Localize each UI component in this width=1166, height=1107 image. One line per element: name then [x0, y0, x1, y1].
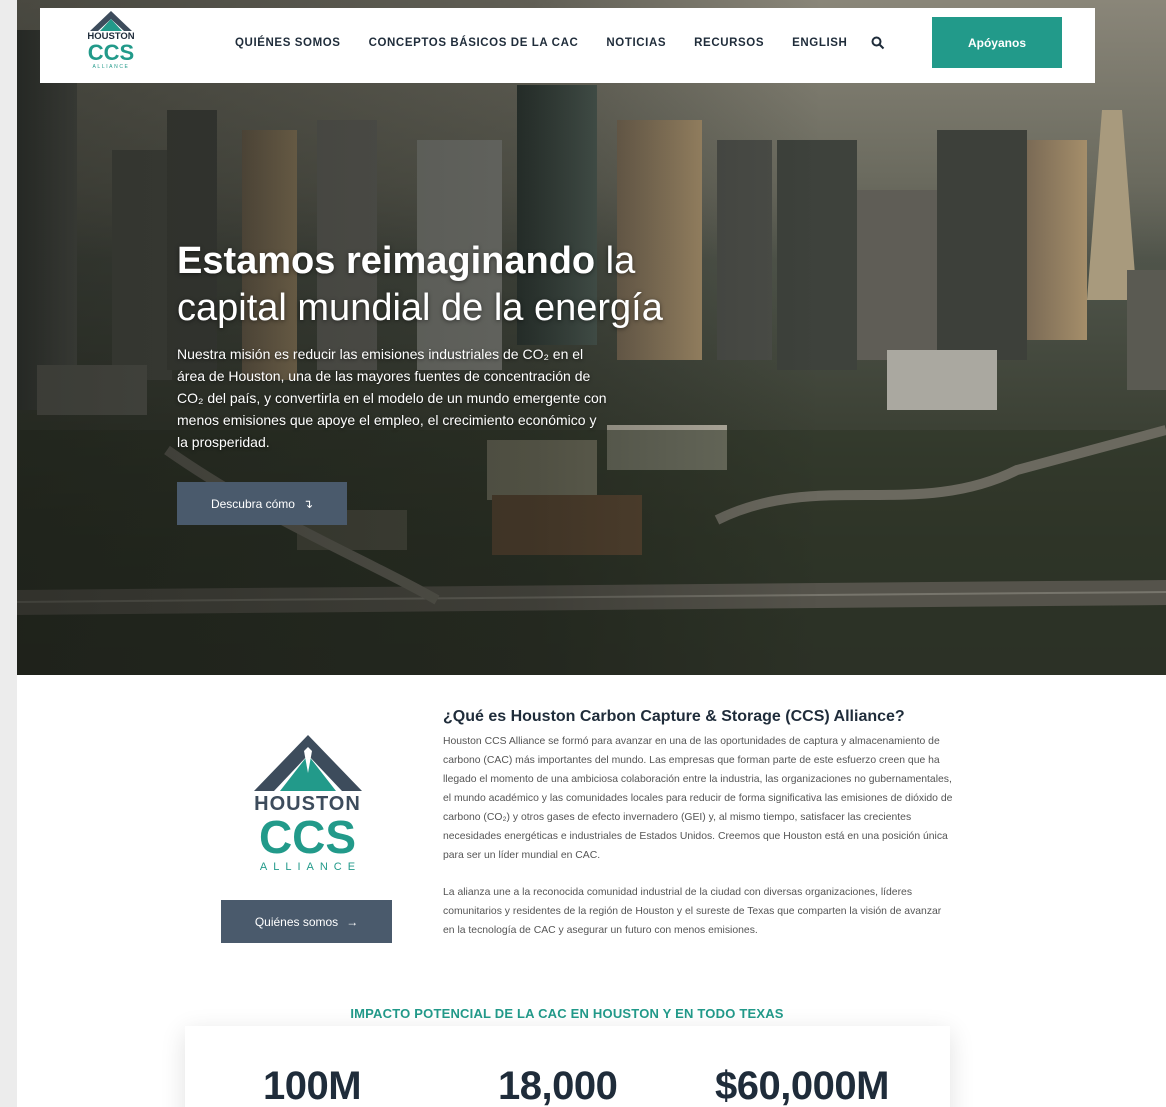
- nav-item-conceptos[interactable]: CONCEPTOS BÁSICOS DE LA CAC: [369, 37, 579, 49]
- stat-value: 18,000: [498, 1064, 618, 1107]
- hero-mission-text: Nuestra misión es reducir las emisiones …: [177, 346, 607, 450]
- discover-how-label: Descubra cómo: [210, 496, 295, 511]
- stat-value: $60,000M: [715, 1064, 889, 1107]
- nav-item-english[interactable]: ENGLISH: [792, 37, 847, 49]
- hero-headline: Estamos reimaginando la capital mundial …: [177, 240, 663, 329]
- stat-value: 100M: [263, 1064, 362, 1107]
- nav-item-quienes-somos[interactable]: QUIÉNES SOMOS: [235, 37, 341, 49]
- hero-section: Estamos reimaginando la capital mundial …: [17, 0, 1166, 675]
- site-logo[interactable]: HOUSTON CCS ALLIANCE: [78, 10, 144, 80]
- arrow-right-icon: →: [346, 914, 359, 929]
- who-we-are-button[interactable]: Quiénes somos →: [221, 900, 392, 943]
- about-logo-alliance-text: ALLIANCE: [259, 861, 362, 873]
- page: Estamos reimaginando la capital mundial …: [17, 0, 1166, 1107]
- logo-alliance-text: ALLIANCE: [92, 64, 130, 70]
- about-paragraph-2: La alianza une a la reconocida comunidad…: [443, 887, 942, 936]
- top-navbar: HOUSTON CCS ALLIANCE QUIÉNES SOMOS CONCE…: [40, 8, 1095, 83]
- about-title: ¿Qué es Houston Carbon Capture & Storage…: [443, 708, 905, 725]
- nav-item-noticias[interactable]: NOTICIAS: [606, 37, 666, 49]
- hero-overlay: [17, 0, 1166, 675]
- logo-mark-large-icon: [253, 735, 362, 791]
- logo-mark-icon: [90, 11, 132, 31]
- main-menu: QUIÉNES SOMOS CONCEPTOS BÁSICOS DE LA CA…: [235, 36, 885, 50]
- who-we-are-label: Quiénes somos: [254, 914, 339, 929]
- logo-ccs-text: CCS: [87, 40, 135, 65]
- about-logo-ccs-text: CCS: [258, 811, 357, 863]
- about-paragraph-1: Houston CCS Alliance se formó para avanz…: [443, 736, 953, 861]
- nav-item-recursos[interactable]: RECURSOS: [694, 37, 764, 49]
- arrow-down-icon: ↴: [302, 496, 314, 511]
- impact-stats-card: 100M 18,000 $60,000M: [185, 1026, 950, 1107]
- search-icon[interactable]: [871, 36, 885, 50]
- about-logo: HOUSTON CCS ALLIANCE: [250, 733, 365, 878]
- support-button[interactable]: Apóyanos: [932, 17, 1062, 68]
- discover-how-button[interactable]: Descubra cómo ↴: [177, 482, 347, 525]
- about-section: ¿Qué es Houston Carbon Capture & Storage…: [443, 708, 953, 958]
- impact-title: IMPACTO POTENCIAL DE LA CAC EN HOUSTON Y…: [350, 1006, 784, 1021]
